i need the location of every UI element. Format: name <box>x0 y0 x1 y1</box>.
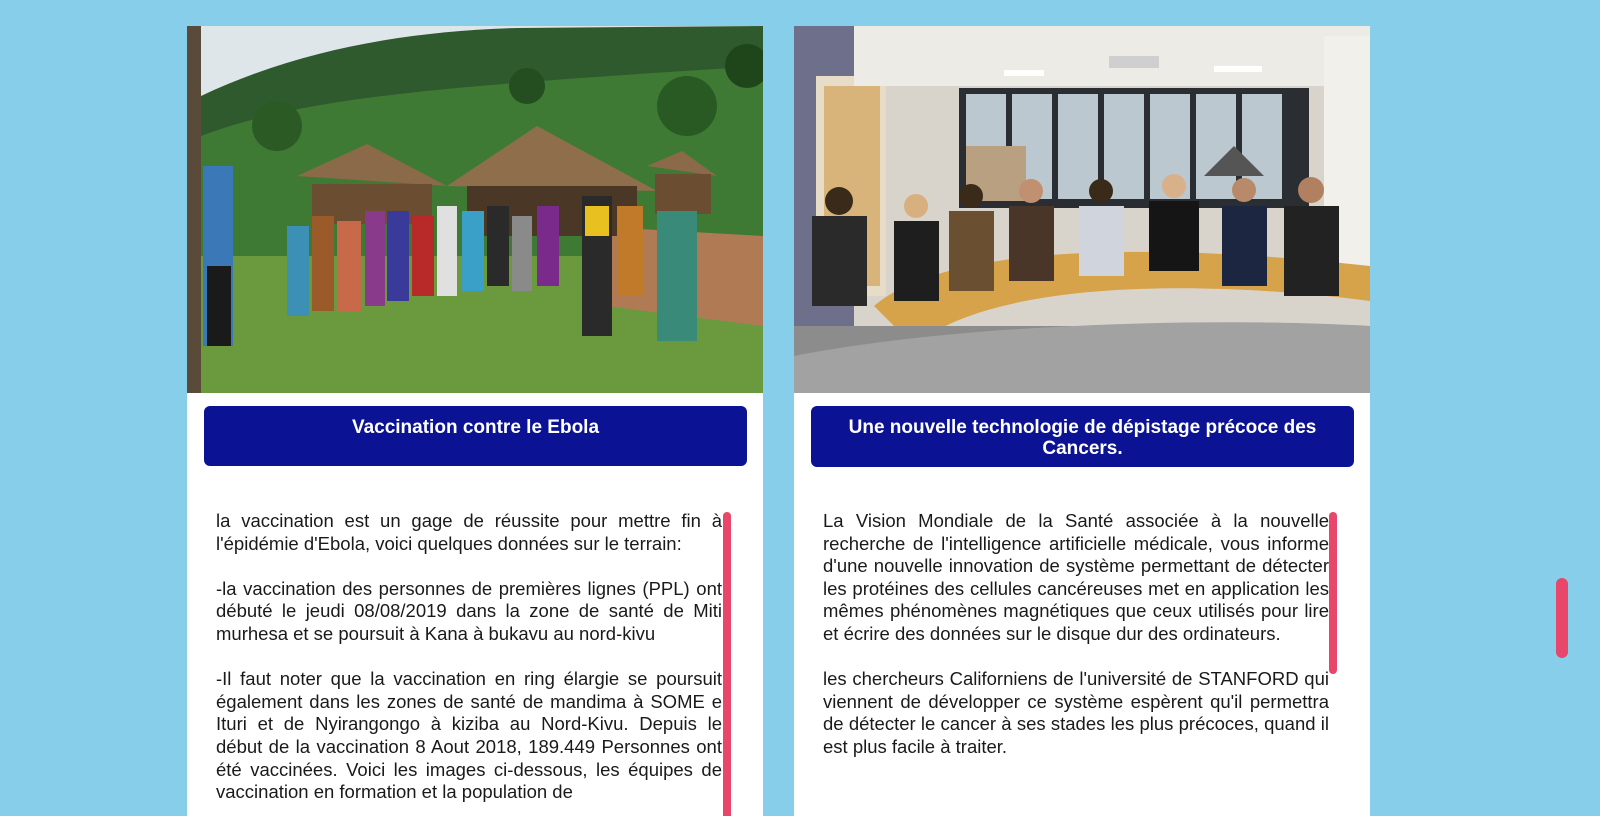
ebola-vaccination-photo <box>187 26 763 393</box>
card-title: Vaccination contre le Ebola <box>204 406 747 466</box>
page-scrollbar-track[interactable] <box>1556 0 1568 809</box>
page-scrollbar-thumb[interactable] <box>1556 578 1568 658</box>
paragraph: les chercheurs Californiens de l'univers… <box>823 668 1329 757</box>
paragraph: -Il faut noter que la vaccination en rin… <box>216 668 722 803</box>
card-title: Une nouvelle technologie de dépistage pr… <box>811 406 1354 467</box>
article-scrollbar-thumb[interactable] <box>1329 512 1337 674</box>
news-card-cancer: Une nouvelle technologie de dépistage pr… <box>794 26 1370 816</box>
news-card-ebola: Vaccination contre le Ebola la vaccinati… <box>187 26 763 816</box>
paragraph: -la vaccination des personnes de premièr… <box>216 577 722 644</box>
paragraph: La Vision Mondiale de la Santé associée … <box>823 510 1329 644</box>
paragraph: la vaccination est un gage de réussite p… <box>216 510 722 554</box>
article-body: la vaccination est un gage de réussite p… <box>216 510 722 804</box>
article-scrollbar-thumb[interactable] <box>723 512 731 816</box>
meeting-room-photo <box>794 26 1370 393</box>
article-body-scroll[interactable]: la vaccination est un gage de réussite p… <box>216 510 722 816</box>
article-body: La Vision Mondiale de la Santé associée … <box>823 510 1329 759</box>
article-body-scroll[interactable]: La Vision Mondiale de la Santé associée … <box>823 510 1329 816</box>
